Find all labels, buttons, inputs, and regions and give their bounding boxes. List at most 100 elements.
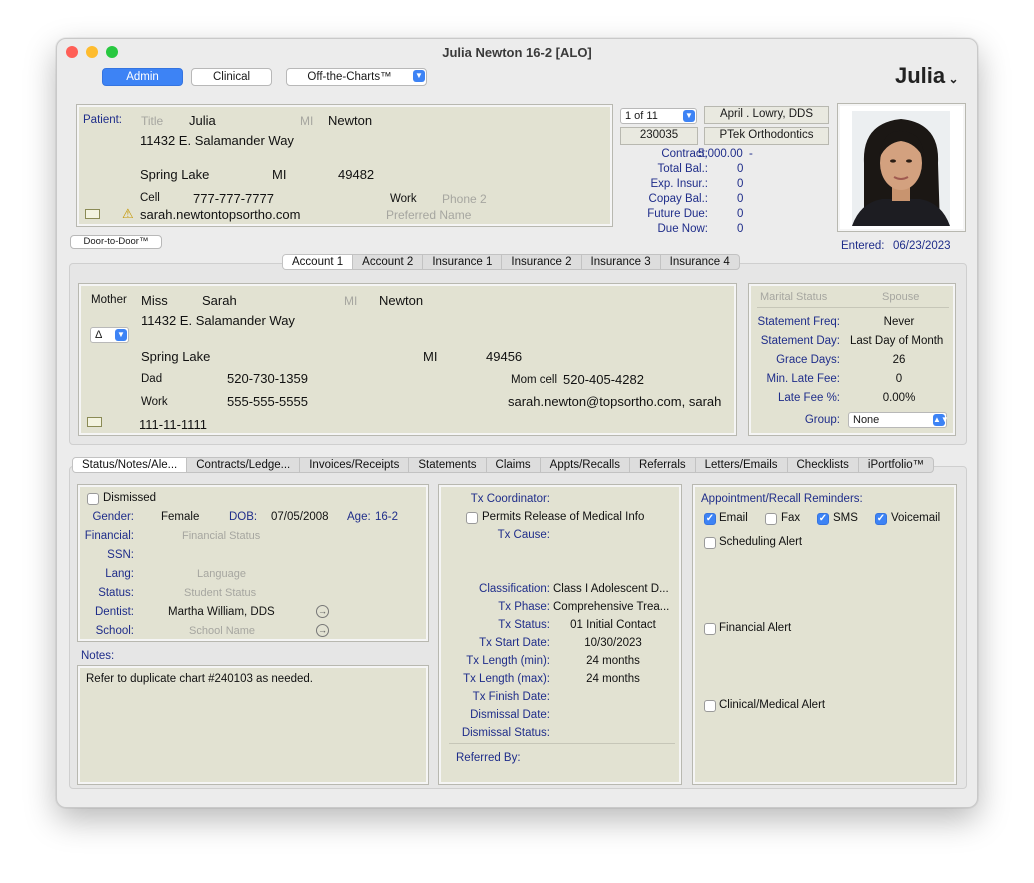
sms-reminder-checkbox[interactable]: ✓ [817, 513, 829, 525]
go-arrow-icon[interactable]: → [316, 605, 329, 618]
go-arrow-icon[interactable]: → [316, 624, 329, 637]
chevron-down-icon: ▼ [115, 329, 127, 341]
tab-insurance-1[interactable]: Insurance 1 [423, 255, 503, 269]
envelope-icon[interactable] [85, 209, 100, 219]
resp-zip-field[interactable]: 49456 [486, 349, 522, 364]
tab-invoices[interactable]: Invoices/Receipts [300, 458, 410, 472]
divider [449, 743, 675, 744]
group-select[interactable]: None ▲▼ [848, 412, 949, 428]
clinical-alert-checkbox[interactable] [704, 700, 716, 712]
city-field[interactable]: Spring Lake [140, 167, 209, 182]
exp-insurance-label: Exp. Insur.: [650, 178, 708, 190]
statement-freq-value[interactable]: Never [851, 316, 947, 328]
tab-insurance-2[interactable]: Insurance 2 [502, 255, 582, 269]
contract-value[interactable]: 5,000.00 [698, 148, 743, 160]
tab-checklists[interactable]: Checklists [788, 458, 859, 472]
relation-field[interactable]: Mother [91, 294, 127, 306]
resp-work-phone-field[interactable]: 555-555-5555 [227, 394, 308, 409]
marital-status-field[interactable]: Marital Status [760, 291, 827, 303]
door-to-door-button[interactable]: Door-to-Door™ [70, 235, 162, 249]
min-late-fee-value[interactable]: 0 [851, 373, 947, 385]
doctor-field[interactable]: April . Lowry, DDS [704, 106, 829, 124]
school-field[interactable]: School Name [189, 625, 255, 637]
voicemail-reminder-checkbox[interactable]: ✓ [875, 513, 887, 525]
gender-value[interactable]: Female [161, 511, 199, 523]
tab-appts[interactable]: Appts/Recalls [541, 458, 630, 472]
clinical-button[interactable]: Clinical [191, 68, 272, 86]
age-label: Age: [347, 511, 371, 523]
chart-number-field[interactable]: 230035 [620, 127, 698, 145]
mi-field[interactable]: MI [300, 114, 313, 128]
classification-value[interactable]: Class I Adolescent D... [553, 583, 669, 595]
tab-status-notes[interactable]: Status/Notes/Ale... [73, 458, 188, 472]
language-field[interactable]: Language [197, 568, 246, 580]
group-value: None [853, 414, 880, 426]
spouse-field[interactable]: Spouse [882, 291, 919, 303]
dismissed-checkbox[interactable] [87, 493, 99, 505]
voicemail-reminder-label: Voicemail [891, 512, 941, 524]
dob-value[interactable]: 07/05/2008 [271, 511, 329, 523]
tab-iportfolio[interactable]: iPortfolio™ [859, 458, 933, 472]
resp-email-field[interactable]: sarah.newton@topsortho.com, sarah [508, 394, 728, 409]
dad-phone-field[interactable]: 520-730-1359 [227, 371, 308, 386]
student-status-field[interactable]: Student Status [184, 587, 256, 599]
off-the-charts-select[interactable]: Off-the-Charts™ ▼ [286, 68, 427, 86]
late-fee-percent-value[interactable]: 0.00% [851, 392, 947, 404]
scheduling-alert-checkbox[interactable] [704, 537, 716, 549]
resp-state-field[interactable]: MI [423, 349, 437, 364]
due-now-label: Due Now: [657, 223, 709, 235]
financial-alert-checkbox[interactable] [704, 623, 716, 635]
mom-cell-label: Mom cell [511, 374, 558, 386]
tab-contracts[interactable]: Contracts/Ledge... [187, 458, 301, 472]
preferred-name-field[interactable]: Preferred Name [386, 208, 471, 222]
state-field[interactable]: MI [272, 167, 286, 182]
tx-length-min-value[interactable]: 24 months [553, 655, 673, 667]
record-position: 1 of 11 [625, 110, 658, 122]
last-name-field[interactable]: Newton [328, 113, 372, 128]
tab-claims[interactable]: Claims [487, 458, 541, 472]
patient-photo-frame[interactable] [837, 103, 966, 232]
notes-field[interactable]: Refer to duplicate chart #240103 as need… [77, 665, 429, 785]
tx-status-value[interactable]: 01 Initial Contact [553, 619, 673, 631]
zip-field[interactable]: 49482 [338, 167, 374, 182]
permits-release-checkbox[interactable] [466, 512, 478, 524]
resp-first-name-field[interactable]: Sarah [202, 293, 237, 308]
address-field[interactable]: 11432 E. Salamander Way [140, 133, 294, 148]
resp-ssn-field[interactable]: 111-11-1111 [139, 417, 207, 432]
tab-statements[interactable]: Statements [409, 458, 487, 472]
grace-days-value[interactable]: 26 [851, 354, 947, 366]
fax-reminder-checkbox[interactable] [765, 513, 777, 525]
tab-insurance-4[interactable]: Insurance 4 [661, 255, 739, 269]
email-reminder-checkbox[interactable]: ✓ [704, 513, 716, 525]
cell-phone-field[interactable]: 777-777-7777 [193, 191, 274, 206]
tab-referrals[interactable]: Referrals [630, 458, 696, 472]
tx-start-date-value[interactable]: 10/30/2023 [553, 637, 673, 649]
admin-button[interactable]: Admin [102, 68, 183, 86]
relation-delta-select[interactable]: Δ ▼ [90, 327, 129, 343]
statement-day-value[interactable]: Last Day of Month [850, 335, 943, 347]
title-field[interactable]: Title [141, 114, 163, 128]
resp-address-field[interactable]: 11432 E. Salamander Way [141, 313, 295, 328]
tab-account-1[interactable]: Account 1 [283, 255, 354, 269]
first-name-field[interactable]: Julia [189, 113, 216, 128]
user-menu[interactable]: Julia ⌄ [895, 63, 959, 89]
tab-insurance-3[interactable]: Insurance 3 [582, 255, 661, 269]
tx-length-max-value[interactable]: 24 months [553, 673, 673, 685]
email-field[interactable]: sarah.newtontopsortho.com [140, 207, 300, 222]
tx-phase-value[interactable]: Comprehensive Trea... [553, 601, 669, 613]
resp-city-field[interactable]: Spring Lake [141, 349, 210, 364]
phone-2-field[interactable]: Phone 2 [442, 192, 487, 206]
dentist-value[interactable]: Martha William, DDS [168, 606, 275, 618]
financial-status-field[interactable]: Financial Status [182, 530, 260, 542]
resp-mi-field[interactable]: MI [344, 294, 357, 308]
tab-account-2[interactable]: Account 2 [353, 255, 424, 269]
tab-letters[interactable]: Letters/Emails [696, 458, 788, 472]
responsible-party-panel: Mother Miss Sarah MI Newton 11432 E. Sal… [78, 283, 737, 436]
divider [757, 307, 949, 308]
record-position-select[interactable]: 1 of 11 ▼ [620, 108, 697, 124]
resp-title-field[interactable]: Miss [141, 293, 168, 308]
envelope-icon[interactable] [87, 417, 102, 427]
resp-last-name-field[interactable]: Newton [379, 293, 423, 308]
practice-field[interactable]: PTek Orthodontics [704, 127, 829, 145]
mom-cell-field[interactable]: 520-405-4282 [563, 372, 644, 387]
